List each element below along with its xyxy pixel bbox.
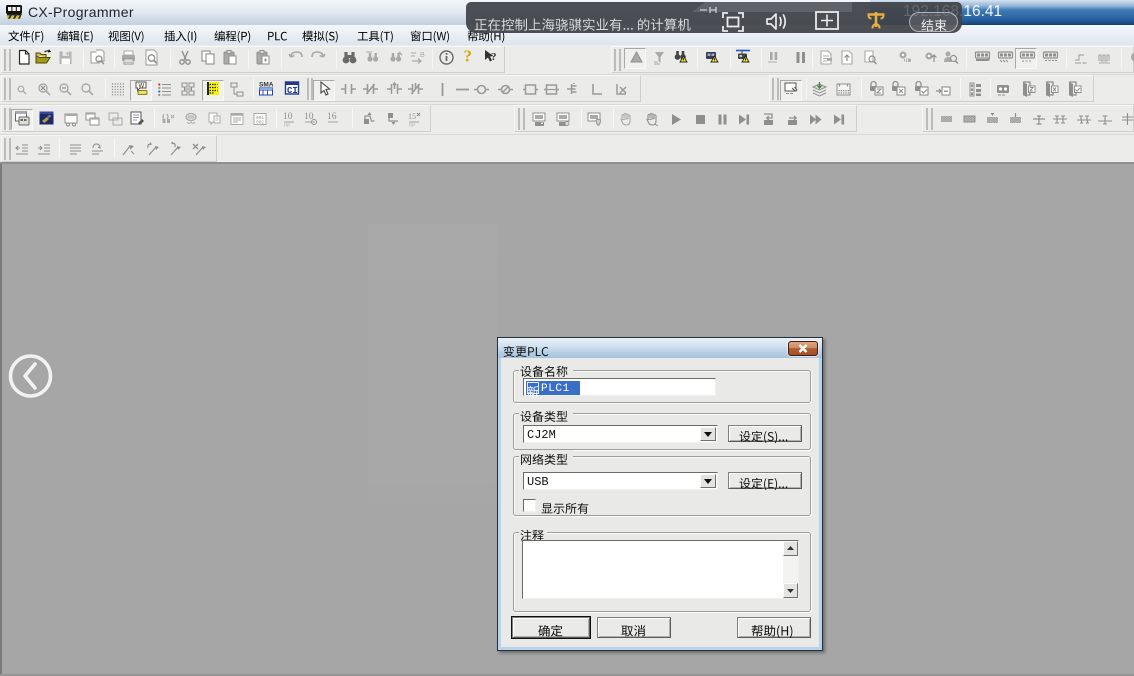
svg-text:?: ? bbox=[464, 47, 473, 65]
svg-text:002: 002 bbox=[256, 120, 264, 126]
svg-text:?: ? bbox=[491, 51, 497, 63]
svg-text:16: 16 bbox=[327, 112, 337, 122]
svg-text:CI: CI bbox=[287, 86, 298, 96]
svg-text:B: B bbox=[420, 52, 425, 59]
svg-text:SMA: SMA bbox=[259, 82, 274, 89]
svg-text:10: 10 bbox=[283, 112, 293, 122]
svg-text:ror: ror bbox=[409, 123, 415, 128]
svg-text:ror: ror bbox=[284, 123, 290, 128]
svg-text:15: 15 bbox=[408, 112, 416, 121]
svg-text:W: W bbox=[139, 84, 145, 90]
